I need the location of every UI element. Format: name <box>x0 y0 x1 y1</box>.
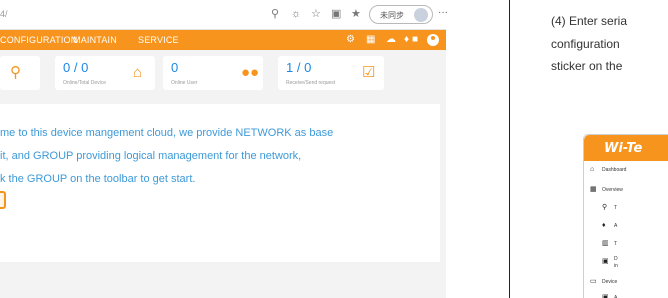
request-count-label: Receive/Send request <box>286 80 336 86</box>
address-bar[interactable]: 4/ ⚲ ☼ ☆ ▣ ★ 未同步 ··· <box>0 0 448 30</box>
group-icon[interactable]: ■ <box>412 34 418 46</box>
stat-card-devices[interactable]: 0 / 0 Online/Total Device ⌂ <box>55 56 155 90</box>
welcome-line-2: it, and GROUP providing logical manageme… <box>0 150 302 162</box>
bell-icon[interactable]: ♦ <box>404 34 409 46</box>
qr-code-icon[interactable]: ▦ <box>366 34 375 46</box>
grid-small-icon: ▥ <box>602 240 609 247</box>
settings-icon[interactable]: ⚙ <box>346 34 355 46</box>
stat-card-requests[interactable]: 1 / 0 Receive/Send request ☑ <box>278 56 384 90</box>
router-icon: ⌂ <box>133 64 143 81</box>
device-count: 0 / 0 <box>63 60 89 75</box>
monitor-icon: ▭ <box>590 278 597 285</box>
task-check-icon: ☑ <box>362 64 376 81</box>
menu-item-t1: T <box>614 205 618 211</box>
get-started-button[interactable] <box>0 191 6 209</box>
page-divider <box>509 0 510 298</box>
favorites-icon[interactable]: ★ <box>351 8 361 20</box>
favorite-star-icon[interactable]: ☆ <box>311 8 321 20</box>
screen: 4/ ⚲ ☼ ☆ ▣ ★ 未同步 ··· CONFIGURATION MAINT… <box>0 0 668 298</box>
collections-icon[interactable]: ▣ <box>331 8 341 20</box>
menu-item-t2: T <box>614 241 618 247</box>
menu-item-d: D <box>614 256 618 262</box>
zoom-icon[interactable]: ⚲ <box>271 8 279 20</box>
device-count-label: Online/Total Device <box>63 80 107 86</box>
building-icon: ▦ <box>590 186 597 193</box>
instruction-line-1: (4) Enter seria <box>551 14 628 28</box>
stat-card-topology[interactable]: ⚲ <box>0 56 40 90</box>
menu-item-d-sub: in <box>614 263 618 269</box>
welcome-line-3: k the GROUP on the toolbar to get start. <box>0 173 196 185</box>
cloud-icon[interactable]: ☁ <box>386 34 396 46</box>
avatar <box>414 8 428 22</box>
device-small-icon: ▣ <box>602 294 609 298</box>
browser-window: 4/ ⚲ ☼ ☆ ▣ ★ 未同步 ··· CONFIGURATION MAINT… <box>0 0 448 298</box>
wi-tek-logo: Wi-Te <box>604 141 643 156</box>
profile-label: 未同步 <box>380 11 404 20</box>
menu-overview: Overview <box>602 187 623 193</box>
top-navbar: CONFIGURATION MAINTAIN SERVICE ⚙ ▦ ☁ ♦ ■ <box>0 30 446 50</box>
account-icon[interactable] <box>427 34 439 46</box>
nav-maintain[interactable]: MAINTAIN <box>73 35 117 45</box>
menu-dashboard: Dashboard <box>602 167 627 173</box>
topology-small-icon: ⚲ <box>602 204 608 211</box>
chart-small-icon: ▣ <box>602 258 609 265</box>
stat-card-users[interactable]: 0 Online User ●● <box>163 56 263 90</box>
instruction-line-2: configuration <box>551 37 620 51</box>
welcome-panel: me to this device mangement cloud, we pr… <box>0 104 440 262</box>
bell-small-icon: ♦ <box>602 222 606 229</box>
menu-device: Device <box>602 279 618 285</box>
home-icon: ⌂ <box>590 166 595 173</box>
nav-configuration[interactable]: CONFIGURATION <box>0 35 77 45</box>
nav-service[interactable]: SERVICE <box>138 35 179 45</box>
more-menu-icon[interactable]: ··· <box>438 7 448 18</box>
topology-icon: ⚲ <box>10 64 21 81</box>
request-count: 1 / 0 <box>286 60 312 75</box>
menu-item-a1: A <box>614 223 618 229</box>
instruction-line-3: sticker on the <box>551 59 623 73</box>
users-icon: ●● <box>241 64 260 81</box>
profile-button[interactable]: 未同步 <box>369 5 433 24</box>
reader-icon[interactable]: ☼ <box>291 8 301 20</box>
app-header: Wi-Te <box>584 135 668 161</box>
user-count: 0 <box>171 60 179 75</box>
address-text[interactable]: 4/ <box>0 9 8 19</box>
user-count-label: Online User <box>171 80 198 86</box>
app-screenshot: Wi-Te ⌂ Dashboard ▦ Overview ⚲ T ♦ A ▥ T… <box>583 134 668 298</box>
welcome-line-1: me to this device mangement cloud, we pr… <box>0 127 334 139</box>
